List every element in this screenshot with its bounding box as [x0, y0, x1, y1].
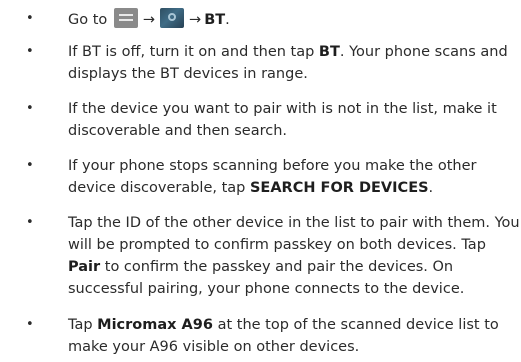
step-pair-device: • Tap the ID of the other device in the …: [26, 212, 520, 300]
bullet: •: [26, 158, 34, 173]
step-make-visible: • Tap Micromax A96 at the top of the sca…: [26, 314, 520, 358]
search-for-devices-bold: SEARCH FOR DEVICES: [249, 180, 429, 196]
bullet: •: [26, 215, 34, 230]
bullet: •: [26, 44, 34, 59]
arrow-1: →: [142, 12, 156, 28]
pair-bold: Pair: [68, 259, 101, 275]
step-text: If BT is off, turn it on and then tap: [68, 44, 319, 60]
step-go-to: • Go to → → BT.: [26, 8, 520, 31]
step-search-devices: • If your phone stops scanning before yo…: [26, 155, 520, 199]
arrow-2: →: [189, 12, 202, 28]
bullet: •: [26, 11, 34, 26]
step-text: Go to: [68, 12, 108, 28]
step-text: Tap: [68, 317, 98, 333]
step-text-2: .: [428, 180, 434, 196]
bullet: •: [26, 101, 34, 116]
step-text-2: to confirm the passkey and pair the devi…: [68, 259, 465, 297]
step-end: .: [225, 12, 230, 28]
step-make-discoverable: • If the device you want to pair with is…: [26, 98, 520, 142]
step-text: Tap the ID of the other device in the li…: [68, 215, 520, 253]
bt-label: BT: [204, 12, 226, 28]
apps-menu-icon: [113, 8, 138, 28]
bullet: •: [26, 317, 34, 332]
step-text: If the device you want to pair with is n…: [68, 101, 497, 139]
settings-icon: [160, 8, 185, 28]
step-turn-on-bt: • If BT is off, turn it on and then tap …: [26, 41, 520, 85]
micromax-a96-bold: Micromax A96: [97, 317, 213, 333]
bt-bold: BT: [318, 44, 340, 60]
